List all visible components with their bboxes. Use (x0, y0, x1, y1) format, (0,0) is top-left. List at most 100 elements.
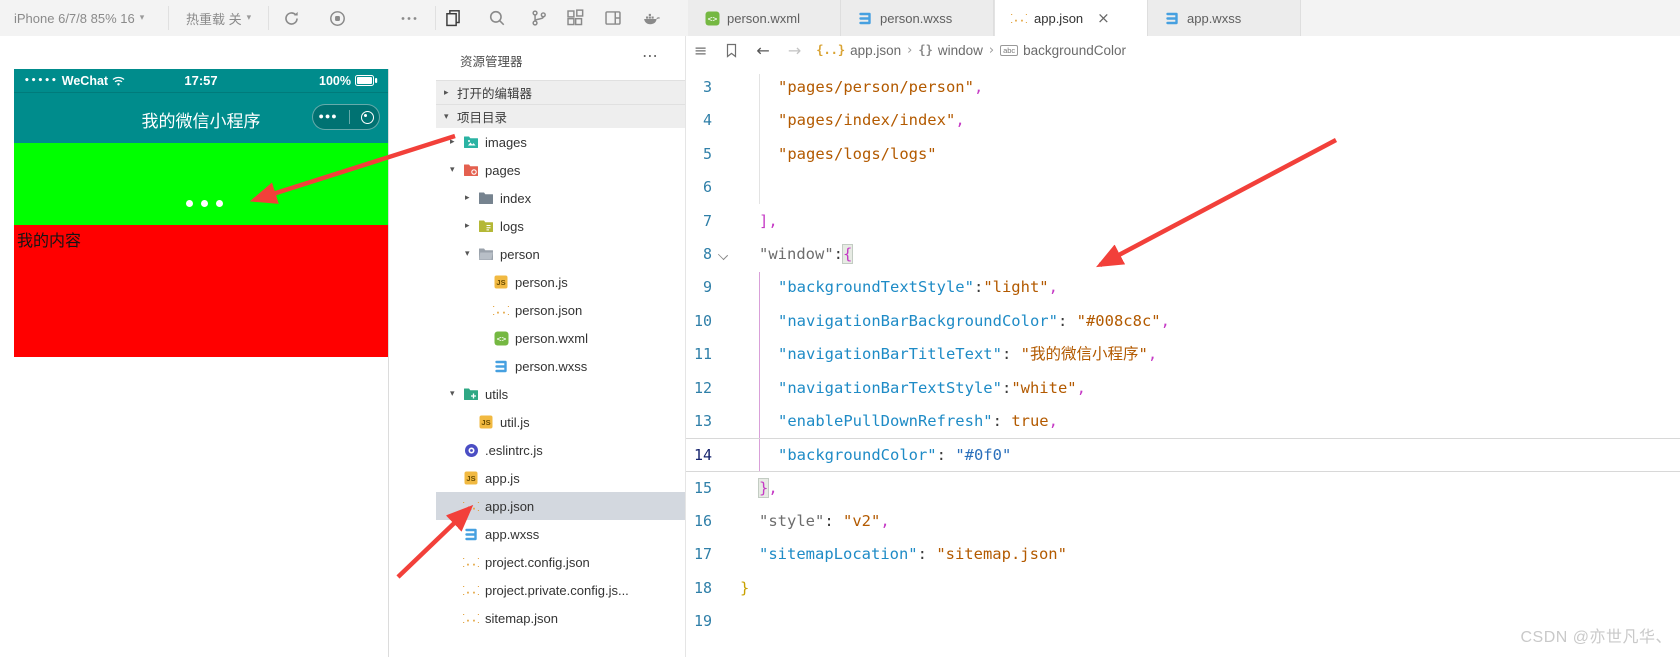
chevron-down-icon: ▾ (444, 111, 449, 122)
line-number: 13 (693, 411, 712, 430)
editor-layout-icon[interactable] (604, 9, 622, 27)
folder-icon (478, 190, 494, 206)
chevron-down-icon[interactable]: ▾ (450, 165, 463, 175)
breadcrumb-property[interactable]: abc backgroundColor (1000, 43, 1126, 58)
line-number: 7 (702, 211, 712, 230)
hot-reload-toggle[interactable]: 热重载 关 ▾ (186, 0, 251, 36)
tree-item-pages[interactable]: ▾ pages (436, 156, 685, 184)
line-number: 4 (702, 111, 712, 130)
line-number: 10 (693, 311, 712, 330)
loading-dots-icon (186, 200, 223, 207)
line-number: 9 (702, 278, 712, 297)
chevron-down-icon: ▾ (246, 13, 252, 23)
tree-item-app.json[interactable]: {..}app.json (436, 492, 685, 520)
docker-icon[interactable] (642, 9, 660, 27)
section-label: 打开的编辑器 (457, 87, 533, 101)
tree-item-person.json[interactable]: {..}person.json (436, 296, 685, 324)
chevron-right-icon[interactable]: ▸ (450, 137, 463, 147)
outline-icon[interactable]: ≡ (694, 41, 707, 60)
tree-item-app.wxss[interactable]: app.wxss (436, 520, 685, 548)
more-button[interactable] (400, 9, 418, 27)
code-line-14: 14 "backgroundColor": "#0f0" (686, 438, 1680, 472)
content-text: 我的内容 (17, 233, 82, 250)
tree-item-project.config.json[interactable]: {..}project.config.json (436, 548, 685, 576)
chevron-right-icon[interactable]: ▸ (465, 193, 478, 203)
device-selector[interactable]: iPhone 6/7/8 85% 16 ▾ (14, 0, 144, 36)
capsule-divider (348, 110, 350, 124)
mini-nav-bar: 我的微信小程序 ●●● (14, 93, 388, 143)
json-file-icon: {..} (1011, 10, 1027, 26)
pages-folder-icon (463, 162, 479, 178)
capsule-more-icon[interactable]: ●●● (318, 111, 337, 121)
tree-item-util.js[interactable]: JS util.js (436, 408, 685, 436)
close-tab-icon[interactable]: × (1097, 9, 1110, 27)
wxml-file-icon: <> (493, 330, 509, 346)
forward-arrow-icon: → (787, 40, 802, 60)
fold-chevron-icon[interactable] (717, 249, 729, 261)
capsule-menu[interactable]: ●●● (312, 104, 380, 130)
line-number: 6 (702, 178, 712, 197)
chevron-right-icon[interactable]: ▸ (465, 221, 478, 231)
breadcrumb: ≡ ← → {..} app.json › {} window › abc ba… (694, 40, 1126, 60)
tree-item-person.wxss[interactable]: person.wxss (436, 352, 685, 380)
pulldown-refresh-area (14, 143, 388, 225)
tree-item-person[interactable]: ▾ person (436, 240, 685, 268)
breadcrumb-symbol[interactable]: {} window (918, 43, 982, 58)
tree-item-utils[interactable]: ▾ utils (436, 380, 685, 408)
section-project-directory[interactable]: ▾ 项目目录 (436, 104, 685, 128)
logs-folder-icon (478, 218, 494, 234)
explorer-more-icon[interactable]: ⋯ (642, 46, 659, 65)
chevron-down-icon[interactable]: ▾ (450, 389, 463, 399)
code-line-8: 8 "window":{ (686, 238, 1680, 271)
tree-item-person.js[interactable]: JS person.js (436, 268, 685, 296)
section-open-editors[interactable]: ▸ 打开的编辑器 (436, 80, 685, 104)
tree-item-logs[interactable]: ▸ logs (436, 212, 685, 240)
code-line-10: 10 "navigationBarBackgroundColor": "#008c… (686, 305, 1680, 338)
tab-app.wxss[interactable]: app.wxss (1148, 0, 1301, 36)
tree-item-project.private.config.js...[interactable]: {..}project.private.config.js... (436, 576, 685, 604)
explorer-files-icon[interactable] (444, 9, 462, 27)
tree-item-person.wxml[interactable]: <> person.wxml (436, 324, 685, 352)
simulator-panel: ••••• WeChat 17:57 100% 我的微信小程序 ●●● 我的内容 (0, 36, 437, 657)
search-icon[interactable] (488, 9, 506, 27)
wxss-file-icon (1164, 10, 1180, 26)
svg-text:{..}: {..} (493, 305, 509, 316)
extensions-icon[interactable] (566, 9, 584, 27)
tab-person.wxml[interactable]: <> person.wxml (688, 0, 841, 36)
tree-item-.eslintrc.js[interactable]: .eslintrc.js (436, 436, 685, 464)
tab-app.json[interactable]: {..}app.json× (994, 0, 1148, 37)
bookmark-icon[interactable] (725, 43, 738, 58)
tree-item-sitemap.json[interactable]: {..}sitemap.json (436, 604, 685, 632)
section-label: 项目目录 (457, 111, 508, 125)
refresh-button[interactable] (282, 9, 300, 27)
tree-item-images[interactable]: ▸ images (436, 128, 685, 156)
file-tree: ▸ images ▾ pages ▸ index ▸ logs ▾ person JS person.… (436, 128, 685, 632)
wxml-file-icon: <> (704, 10, 720, 26)
line-number: 11 (693, 345, 712, 364)
explorer-title: 资源管理器 (460, 55, 523, 69)
images-folder-icon (463, 134, 479, 150)
braces-icon: {} (918, 43, 933, 57)
tab-person.wxss[interactable]: person.wxss (841, 0, 994, 36)
code-line-15: 15}, (686, 472, 1680, 505)
stop-button[interactable] (328, 9, 346, 27)
hot-reload-label: 热重载 关 (186, 11, 242, 27)
json-file-icon: {..} (463, 554, 479, 570)
back-arrow-icon[interactable]: ← (756, 41, 769, 60)
chevron-down-icon[interactable]: ▾ (465, 249, 478, 259)
source-control-icon[interactable] (530, 9, 548, 27)
top-toolbar: iPhone 6/7/8 85% 16 ▾ 热重载 关 ▾ <> person.… (0, 0, 1680, 37)
editor-code-area[interactable]: 3 "pages/person/person", 4 "pages/index/ind… (686, 64, 1680, 657)
simulator-screen[interactable]: ••••• WeChat 17:57 100% 我的微信小程序 ●●● 我的内容 (14, 69, 389, 657)
tree-item-index[interactable]: ▸ index (436, 184, 685, 212)
svg-text:{..}: {..} (1011, 13, 1027, 24)
breadcrumb-file[interactable]: {..} app.json (816, 43, 901, 58)
line-number: 12 (693, 378, 712, 397)
line-number: 18 (693, 578, 712, 597)
line-number: 16 (693, 512, 712, 531)
line-number: 15 (693, 478, 712, 497)
open-folder-icon (478, 246, 494, 262)
capsule-close-icon[interactable] (360, 110, 374, 124)
svg-text:<>: <> (496, 334, 506, 343)
tree-item-app.js[interactable]: JS app.js (436, 464, 685, 492)
